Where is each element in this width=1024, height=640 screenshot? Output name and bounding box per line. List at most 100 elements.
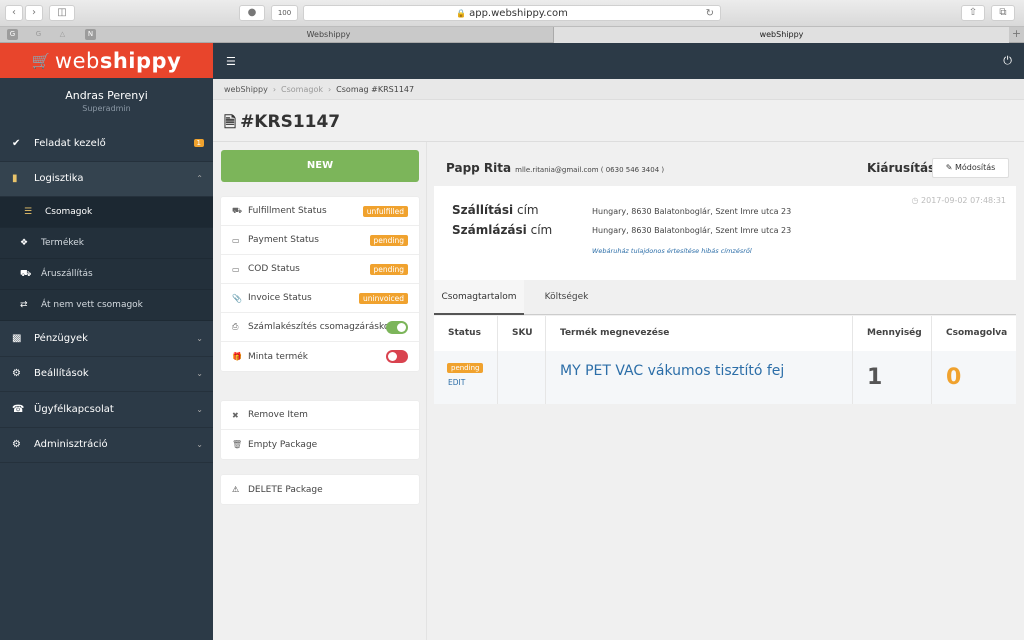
tab-csomagtartalom[interactable]: Csomagtartalom <box>434 280 524 315</box>
address-box: ◷ 2017-09-02 07:48:31 Szállítási cím Hun… <box>434 186 1016 280</box>
extension-badge-button[interactable]: 100 <box>271 5 298 21</box>
table-cell-status: pending EDIT <box>434 351 498 404</box>
user-profile: Andras Perenyi Superadmin <box>0 78 213 126</box>
browser-toolbar: ‹ › ◫ ● 100 🔒 app.webshippy.com ↻ ⇧ ⧉ <box>0 0 1024 27</box>
forward-button[interactable]: › <box>25 5 43 21</box>
cart-icon: 🛒 <box>31 51 51 70</box>
new-tab-button[interactable]: + <box>1009 27 1024 43</box>
address-bar[interactable]: 🔒 app.webshippy.com ↻ <box>303 5 721 21</box>
trash-icon: 🗑 <box>232 440 243 449</box>
sample-product-toggle[interactable] <box>386 350 408 363</box>
tabs-overview-button[interactable]: ⧉ <box>991 5 1015 21</box>
browser-tab-active[interactable]: webShippy <box>554 27 1009 43</box>
edit-button[interactable]: ✎ Módosítás <box>932 158 1009 178</box>
status-new-button[interactable]: NEW <box>221 150 419 182</box>
sidebar-toggle-button[interactable]: ◫ <box>49 5 75 21</box>
credit-card-icon: ▭ <box>232 235 240 245</box>
power-icon[interactable]: ⏻ <box>1003 54 1012 68</box>
notify-wrong-address-link[interactable]: Webáruház tulajdonos értesítése hibás cí… <box>592 247 752 255</box>
document-icon: 🗎 <box>224 113 237 131</box>
column-header: Mennyiség <box>853 316 932 351</box>
column-header: Status <box>434 316 498 351</box>
sidebar-subitem-csomagok[interactable]: ☰ Csomagok <box>0 197 213 228</box>
status-panel: ⛟ Fulfillment Status unfulfilled ▭ Payme… <box>221 197 419 371</box>
url-text: app.webshippy.com <box>469 8 568 19</box>
edit-item-link[interactable]: EDIT <box>448 378 465 387</box>
status-row-cod[interactable]: ▭ COD Status pending <box>221 255 419 284</box>
package-items-table: Status SKU Termék megnevezése Mennyiség … <box>434 316 1016 404</box>
tab-koltsegek[interactable]: Költségek <box>524 280 609 315</box>
remove-item-button[interactable]: ✖ Remove Item <box>221 401 419 430</box>
breadcrumb-item[interactable]: webShippy <box>224 85 268 94</box>
table-cell-product: MY PET VAC vákumos tisztító fej <box>546 351 853 404</box>
truck-icon: ⛟ <box>20 268 32 279</box>
timestamp: ◷ 2017-09-02 07:48:31 <box>911 196 1007 205</box>
gift-icon: 🎁 <box>232 352 242 361</box>
customer-header: Papp Rita mlle.ritania@gmail.com ( 0630 5… <box>446 161 664 175</box>
empty-package-button[interactable]: 🗑 Empty Package <box>221 430 419 459</box>
phone-icon: ☎ <box>12 403 25 415</box>
badge-count: 100 <box>277 9 292 17</box>
status-row-fulfillment[interactable]: ⛟ Fulfillment Status unfulfilled <box>221 197 419 226</box>
product-name-link[interactable]: MY PET VAC vákumos tisztító fej <box>560 363 784 379</box>
status-badge: pending <box>369 263 408 275</box>
share-button[interactable]: ⇧ <box>961 5 985 21</box>
billing-address: Hungary, 8630 Balatonboglár, Szent Imre … <box>592 226 792 235</box>
task-count-badge: 1 <box>193 139 204 148</box>
pencil-icon: ✎ <box>945 163 953 172</box>
sidebar-item-beallitasok[interactable]: ⚙ Beállítások ⌄ <box>0 357 213 392</box>
menu-toggle-icon[interactable]: ☰ <box>226 55 236 68</box>
table-cell-quantity: 1 <box>853 351 932 404</box>
table-cell-sku <box>498 351 546 404</box>
logo[interactable]: 🛒 web shippy <box>0 43 213 78</box>
top-header: ☰ ⏻ <box>213 43 1024 79</box>
sidebar-subitem-aruszallitas[interactable]: ⛟ Áruszállítás <box>0 259 213 290</box>
favorite-item[interactable]: G <box>7 29 18 40</box>
close-icon: ✖ <box>232 410 239 420</box>
page-title: 🗎 #KRS1147 <box>224 112 341 132</box>
paperclip-icon: 📎 <box>232 293 242 303</box>
warning-icon: ⚠ <box>232 485 240 494</box>
reload-icon[interactable]: ↻ <box>706 6 714 21</box>
sidebar-item-logisztika[interactable]: ▮ Logisztika ⌃ <box>0 161 213 197</box>
delete-panel: ⚠ DELETE Package <box>221 475 419 504</box>
browser-tab[interactable]: Webshippy <box>104 27 554 43</box>
sidebar-item-penzugyek[interactable]: ▩ Pénzügyek ⌄ <box>0 321 213 357</box>
chevron-down-icon: ⌄ <box>196 404 203 414</box>
sidebar-item-feladat-kezelo[interactable]: ✔ Feladat kezelő 1 <box>0 126 213 162</box>
chevron-up-icon: ⌃ <box>196 174 203 184</box>
status-row-invoice[interactable]: 📎 Invoice Status uninvoiced <box>221 284 419 313</box>
status-badge: unfulfilled <box>362 205 408 217</box>
sidebar-subitem-termekek[interactable]: ❖ Termékek <box>0 228 213 259</box>
list-icon: ☰ <box>24 207 33 217</box>
content-tabs: Csomagtartalom Költségek <box>434 280 1016 315</box>
sidebar-subitem-at-nem-vett[interactable]: ⇄ Át nem vett csomagok <box>0 290 213 321</box>
extension-button[interactable]: ● <box>239 5 265 21</box>
favorites-bar: G G △ N <box>0 27 104 43</box>
table-cell-packed: 0 <box>932 351 1016 404</box>
status-row-payment[interactable]: ▭ Payment Status pending <box>221 226 419 255</box>
favorite-item[interactable]: G <box>33 29 44 40</box>
breadcrumb-item[interactable]: Csomagok <box>281 85 323 94</box>
column-header: SKU <box>498 316 546 351</box>
user-name: Andras Perenyi <box>65 89 148 102</box>
billing-address-label: Számlázási cím <box>452 223 553 237</box>
delete-package-button[interactable]: ⚠ DELETE Package <box>221 475 419 504</box>
customer-email[interactable]: mlle.ritania@gmail.com <box>515 166 598 174</box>
status-badge: pending <box>369 234 408 246</box>
breadcrumb-current: Csomag #KRS1147 <box>336 85 415 94</box>
back-button[interactable]: ‹ <box>5 5 23 21</box>
book-icon: ▮ <box>12 173 18 185</box>
check-icon: ✔ <box>12 137 21 149</box>
favorite-item[interactable]: △ <box>57 29 68 40</box>
toggle-row-invoice-on-close: ⎙ Számlakészítés csomagzáráskor <box>221 313 419 342</box>
browser-tabs: G G △ N Webshippy webShippy + <box>0 27 1024 43</box>
invoice-on-close-toggle[interactable] <box>386 320 408 334</box>
shop-name: Kiárusítás <box>867 161 936 175</box>
retweet-icon: ⇄ <box>20 300 28 310</box>
sidebar-item-adminisztracio[interactable]: ⚙ Adminisztráció ⌄ <box>0 428 213 463</box>
customer-phone: ( 0630 546 3404 ) <box>600 166 665 174</box>
favorite-item[interactable]: N <box>85 29 96 40</box>
sidebar-item-ugyfelkapcsolat[interactable]: ☎ Ügyfélkapcsolat ⌄ <box>0 392 213 428</box>
gears-icon: ⚙ <box>12 368 21 380</box>
